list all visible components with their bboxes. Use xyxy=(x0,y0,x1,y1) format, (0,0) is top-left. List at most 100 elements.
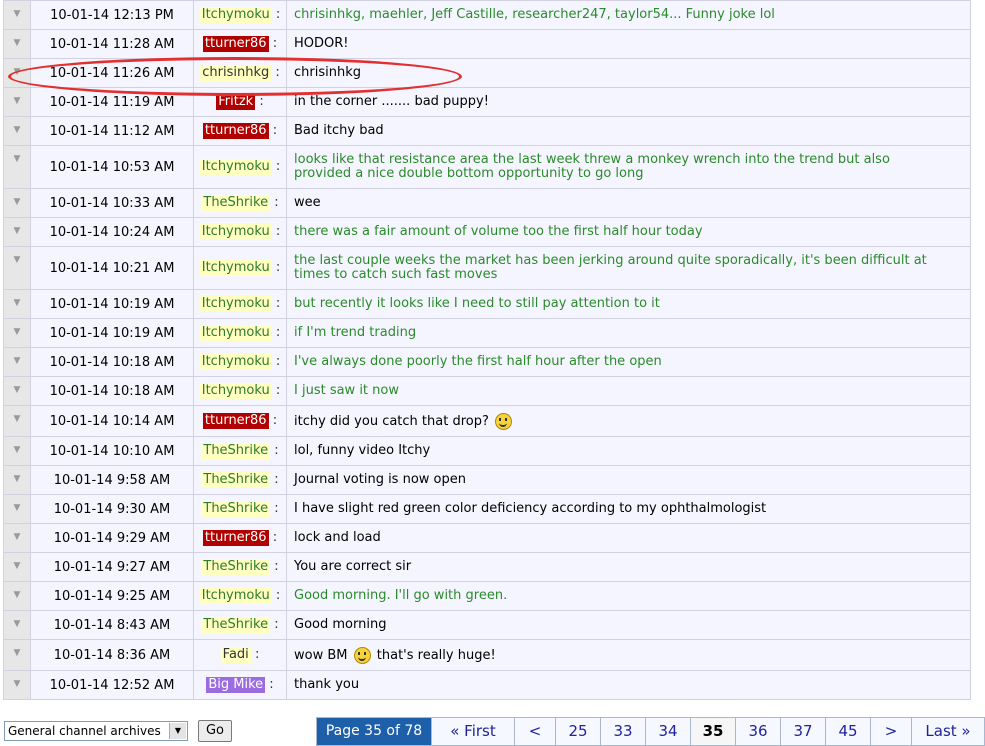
message-timestamp: 10-01-14 10:19 AM xyxy=(31,290,193,318)
message-menu-icon[interactable]: ▼ xyxy=(14,298,21,308)
message-author-cell: tturner86 : xyxy=(194,406,286,436)
message-text: I've always done poorly the first half h… xyxy=(294,354,662,369)
message-timestamp: 10-01-14 8:43 AM xyxy=(31,611,193,639)
prev-page-link[interactable]: < xyxy=(515,718,555,745)
username-link[interactable]: Itchymoku xyxy=(199,260,272,276)
next-page-link[interactable]: > xyxy=(871,718,911,745)
username-colon: : xyxy=(275,260,281,275)
username-link[interactable]: Itchymoku xyxy=(199,325,272,341)
message-menu-icon[interactable]: ▼ xyxy=(14,226,21,236)
page-link-25[interactable]: 25 xyxy=(556,718,600,745)
row-menu-cell: ▼ xyxy=(4,247,30,289)
message-menu-icon[interactable]: ▼ xyxy=(14,590,21,600)
row-menu-cell: ▼ xyxy=(4,466,30,494)
message-text-cell: Journal voting is now open xyxy=(287,466,970,494)
username-link[interactable]: TheShrike xyxy=(201,617,271,633)
last-page-link[interactable]: Last » xyxy=(912,718,984,745)
message-author-cell: Fritzk : xyxy=(194,88,286,116)
page-link-33[interactable]: 33 xyxy=(601,718,645,745)
pagination: Page 35 of 78 « First < 25 33 34 35 36 3… xyxy=(316,717,985,746)
message-menu-icon[interactable]: ▼ xyxy=(14,356,21,366)
message-timestamp: 10-01-14 10:18 AM xyxy=(31,348,193,376)
username-colon: : xyxy=(275,224,281,239)
message-timestamp: 10-01-14 11:12 AM xyxy=(31,117,193,145)
message-menu-icon[interactable]: ▼ xyxy=(14,197,21,207)
username-link[interactable]: Itchymoku xyxy=(199,383,272,399)
username-link[interactable]: Itchymoku xyxy=(199,159,272,175)
row-menu-cell: ▼ xyxy=(4,406,30,436)
message-timestamp: 10-01-14 10:33 AM xyxy=(31,189,193,217)
message-text-cell: HODOR! xyxy=(287,30,970,58)
archive-channel-select[interactable]: General channel archives ▼ xyxy=(4,721,188,741)
message-menu-icon[interactable]: ▼ xyxy=(14,327,21,337)
username-link[interactable]: TheShrike xyxy=(201,443,271,459)
message-menu-icon[interactable]: ▼ xyxy=(14,561,21,571)
username-link[interactable]: Fritzk xyxy=(216,94,256,110)
page-link-45[interactable]: 45 xyxy=(826,718,870,745)
username-link[interactable]: Fadi xyxy=(220,647,251,663)
message-text: that's really huge! xyxy=(376,647,496,663)
first-page-link[interactable]: « First xyxy=(432,718,514,745)
message-menu-icon[interactable]: ▼ xyxy=(14,125,21,135)
message-text: if I'm trend trading xyxy=(294,325,417,340)
username-link[interactable]: Itchymoku xyxy=(199,354,272,370)
username-link[interactable]: chrisinhkg xyxy=(200,65,272,81)
message-timestamp: 10-01-14 10:24 AM xyxy=(31,218,193,246)
username-link[interactable]: TheShrike xyxy=(201,195,271,211)
message-author-cell: TheShrike : xyxy=(194,189,286,217)
message-menu-icon[interactable]: ▼ xyxy=(14,679,21,689)
message-menu-icon[interactable]: ▼ xyxy=(14,474,21,484)
message-timestamp: 10-01-14 11:26 AM xyxy=(31,59,193,87)
username-colon: : xyxy=(275,296,281,311)
username-link[interactable]: Itchymoku xyxy=(199,588,272,604)
username-colon: : xyxy=(272,36,278,51)
message-menu-icon[interactable]: ▼ xyxy=(14,619,21,629)
message-text-cell: chrisinhkg xyxy=(287,59,970,87)
chat-row: ▼ 10-01-14 10:18 AM Itchymoku :I just saw … xyxy=(4,377,970,405)
message-text: but recently it looks like I need to sti… xyxy=(294,296,660,311)
username-link[interactable]: tturner86 xyxy=(202,36,269,52)
message-timestamp: 10-01-14 10:10 AM xyxy=(31,437,193,465)
username-link[interactable]: TheShrike xyxy=(201,559,271,575)
message-text: itchy did you catch that drop? xyxy=(294,413,489,429)
username-link[interactable]: Itchymoku xyxy=(199,296,272,312)
username-colon: : xyxy=(274,559,279,574)
message-menu-icon[interactable]: ▼ xyxy=(14,503,21,513)
message-menu-icon[interactable]: ▼ xyxy=(14,445,21,455)
chat-row: ▼ 10-01-14 10:19 AM Itchymoku : if I'm tren… xyxy=(4,319,970,347)
page-link-37[interactable]: 37 xyxy=(781,718,825,745)
username-link[interactable]: Itchymoku xyxy=(199,224,272,240)
message-menu-icon[interactable]: ▼ xyxy=(14,96,21,106)
message-menu-icon[interactable]: ▼ xyxy=(14,38,21,48)
message-timestamp: 10-01-14 11:19 AM xyxy=(31,88,193,116)
row-menu-cell: ▼ xyxy=(4,348,30,376)
message-menu-icon[interactable]: ▼ xyxy=(14,67,21,77)
message-text: chrisinhkg, maehler, Jeff Castille, rese… xyxy=(294,7,775,22)
username-link[interactable]: TheShrike xyxy=(201,501,271,517)
page-link-36[interactable]: 36 xyxy=(736,718,780,745)
username-link[interactable]: tturner86 xyxy=(202,123,269,139)
message-menu-icon[interactable]: ▼ xyxy=(14,532,21,542)
username-link[interactable]: Itchymoku xyxy=(199,7,272,23)
message-menu-icon[interactable]: ▼ xyxy=(14,9,21,19)
row-menu-cell: ▼ xyxy=(4,671,30,699)
message-menu-icon[interactable]: ▼ xyxy=(14,648,21,658)
message-menu-icon[interactable]: ▼ xyxy=(14,255,21,265)
message-text: lol, funny video Itchy xyxy=(294,443,431,458)
go-button[interactable]: Go xyxy=(198,720,232,742)
username-link[interactable]: Big Mike xyxy=(206,677,266,693)
chat-row: ▼ 10-01-14 10:14 AM tturner86 : itchy did y… xyxy=(4,406,970,436)
page-link-34[interactable]: 34 xyxy=(646,718,690,745)
chevron-down-icon[interactable]: ▼ xyxy=(169,723,186,739)
message-text-cell: but recently it looks like I need to sti… xyxy=(287,290,970,318)
chat-log: ▼ 10-01-14 12:13 PM Itchymoku : chrisinhkg,… xyxy=(3,0,971,700)
message-menu-icon[interactable]: ▼ xyxy=(14,154,21,164)
username-link[interactable]: tturner86 xyxy=(202,413,269,429)
message-menu-icon[interactable]: ▼ xyxy=(14,414,21,424)
username-link[interactable]: TheShrike xyxy=(201,472,271,488)
username-colon: : xyxy=(275,7,281,22)
row-menu-cell: ▼ xyxy=(4,218,30,246)
username-link[interactable]: tturner86 xyxy=(202,530,269,546)
message-menu-icon[interactable]: ▼ xyxy=(14,385,21,395)
message-text: You are correct sir xyxy=(294,559,412,574)
